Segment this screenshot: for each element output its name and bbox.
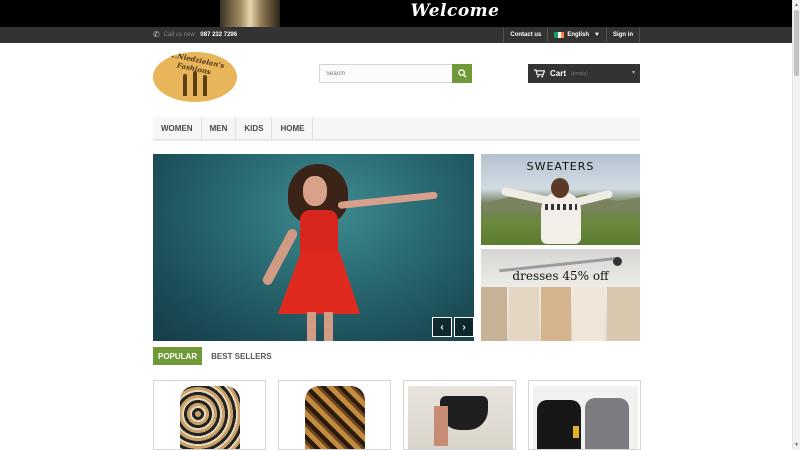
cart-label: Cart <box>550 69 567 78</box>
homepage-slider[interactable]: ‹ › <box>153 154 474 341</box>
scrollbar-thumb[interactable] <box>794 10 799 76</box>
logo-figures-icon <box>181 70 211 96</box>
red-dress <box>300 210 338 255</box>
rail-knob <box>613 257 622 266</box>
product-card[interactable] <box>528 380 641 450</box>
page-scrollbar[interactable]: ▲ ▼ <box>792 0 800 450</box>
hanging-garment <box>541 287 571 341</box>
sweaters-caption: SWEATERS <box>526 160 595 173</box>
sweaters-banner[interactable]: SWEATERS <box>481 154 640 245</box>
contact-us-link[interactable]: Contact us <box>503 27 547 43</box>
language-label: English <box>567 32 590 38</box>
scroll-down-icon[interactable]: ▼ <box>794 442 799 448</box>
banner-title: Welcome <box>410 1 500 21</box>
search-icon <box>457 69 467 78</box>
hanging-garment <box>607 287 640 341</box>
scroll-up-icon[interactable]: ▲ <box>794 2 799 8</box>
dresses-banner[interactable]: dresses 45% off <box>481 249 640 341</box>
flag-icon <box>554 32 565 38</box>
sign-in-link[interactable]: Sign in <box>606 27 640 43</box>
product-card[interactable] <box>153 380 266 450</box>
menu-item-home[interactable]: HOME <box>272 117 314 139</box>
red-dress-skirt <box>278 252 360 314</box>
product-tabs: POPULAR BEST SELLERS <box>153 347 277 365</box>
banner-model-image <box>220 0 280 27</box>
phone-icon: ✆ <box>153 30 160 39</box>
person-in-sweater <box>541 192 581 244</box>
language-selector[interactable]: English ▼ <box>547 27 606 43</box>
hanging-garment <box>573 287 605 341</box>
model-leg <box>307 312 316 341</box>
product-image <box>408 386 513 449</box>
tab-best-sellers[interactable]: BEST SELLERS <box>206 347 276 365</box>
product-image <box>305 386 365 449</box>
page: Welcome ✆ Call us now: 087 232 7296 Cont… <box>0 0 800 450</box>
menu-item-men[interactable]: MEN <box>202 117 237 139</box>
phone-number: 087 232 7296 <box>200 31 238 38</box>
sweater-pattern <box>545 204 577 210</box>
dresses-caption: dresses 45% off <box>512 269 609 283</box>
search-button[interactable] <box>452 64 472 83</box>
hanging-garment <box>481 287 507 341</box>
chevron-right-icon[interactable]: › <box>454 317 474 337</box>
main-menu: WOMEN MEN KIDS HOME <box>153 117 640 141</box>
hanging-garment <box>509 287 539 341</box>
welcome-banner[interactable]: Welcome <box>0 0 792 27</box>
top-nav: ✆ Call us now: 087 232 7296 Contact us E… <box>0 27 792 43</box>
model-leg <box>324 312 333 341</box>
search-box <box>319 64 472 83</box>
product-card[interactable] <box>278 380 391 450</box>
model-face <box>303 176 327 206</box>
model-arm <box>337 191 438 209</box>
caret-down-icon: ▼ <box>594 32 600 38</box>
cart-icon <box>534 69 545 78</box>
menu-item-kids[interactable]: KIDS <box>236 117 273 139</box>
person-head <box>551 178 569 198</box>
chevron-down-icon: ▾ <box>631 70 635 76</box>
store-logo[interactable]: M.Niedzielan's Fashions <box>153 52 237 102</box>
call-label: Call us now: <box>163 31 197 38</box>
slider-controls: ‹ › <box>432 317 474 337</box>
chevron-left-icon[interactable]: ‹ <box>432 317 452 337</box>
search-input[interactable] <box>320 65 453 82</box>
cart-status: (empty) <box>571 70 588 77</box>
call-us: ✆ Call us now: 087 232 7296 <box>153 30 237 39</box>
tab-popular[interactable]: POPULAR <box>153 347 203 365</box>
product-image <box>180 386 240 449</box>
product-image <box>533 386 638 449</box>
cart-button[interactable]: Cart (empty) ▾ <box>528 64 640 83</box>
product-card[interactable] <box>403 380 516 450</box>
menu-item-women[interactable]: WOMEN <box>153 117 202 139</box>
